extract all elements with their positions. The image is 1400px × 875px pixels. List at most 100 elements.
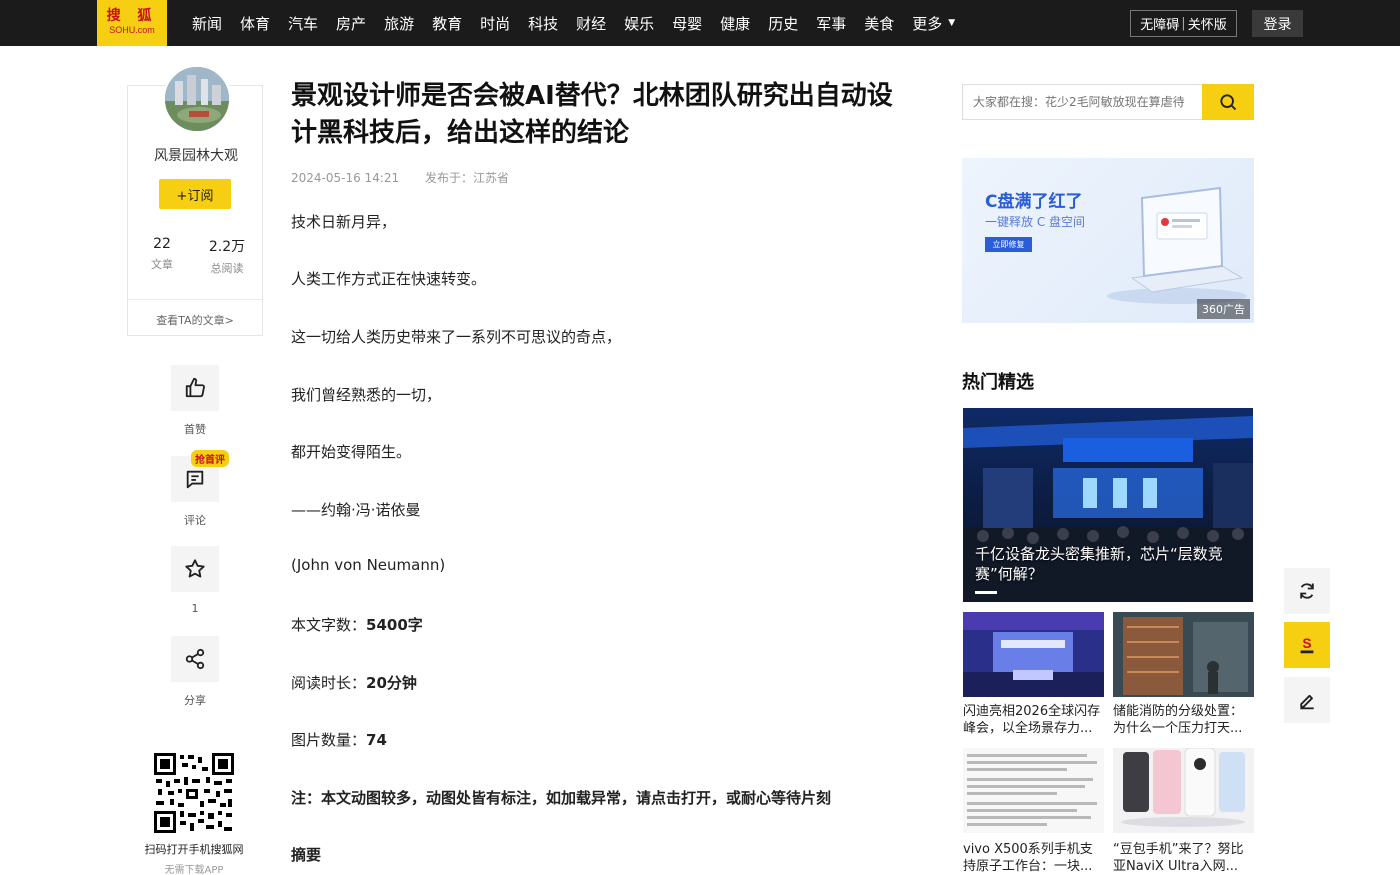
share-label: 分享 [184, 694, 206, 707]
view-author-articles-link[interactable]: 查看TA的文章> [128, 312, 262, 328]
read-time-value: 20分钟 [366, 674, 417, 692]
like-button[interactable] [171, 365, 219, 411]
refresh-icon [1300, 583, 1314, 599]
hot-item-caption[interactable]: 闪迪亮相2026全球闪存峰会，以全场景存力... [963, 703, 1105, 739]
nav-item-military[interactable]: 军事 [816, 13, 846, 34]
ad-subtitle: 一键释放 C 盘空间 [985, 215, 1086, 229]
write-tool[interactable] [1284, 677, 1330, 723]
document-screenshot [963, 748, 1104, 833]
article-paragraph: 人类工作方式正在快速转变。 [291, 270, 487, 288]
reads-count: 2.2万 [208, 239, 246, 255]
laptop-illustration [1107, 186, 1247, 304]
nav-item-finance[interactable]: 财经 [576, 13, 606, 34]
search-input[interactable] [963, 85, 1203, 119]
nav-item-entertainment[interactable]: 娱乐 [624, 13, 654, 34]
nav-item-sports[interactable]: 体育 [240, 13, 270, 34]
hot-picks-heading: 热门精选 [962, 372, 1034, 393]
login-button[interactable]: 登录 [1252, 10, 1303, 37]
comment-icon [186, 470, 204, 489]
hot-feature-caption: 千亿设备龙头密集推新，芯片“层数竞赛”何解？ [975, 545, 1223, 583]
subscribe-button[interactable]: +订阅 [159, 179, 231, 209]
star-icon [185, 559, 205, 578]
nav-item-history[interactable]: 历史 [768, 13, 798, 34]
articles-stat: 22 文章 [137, 236, 187, 272]
sohu-app-icon: S [1300, 636, 1314, 654]
sohu-app-tool[interactable]: S [1284, 622, 1330, 668]
reads-stat: 2.2万 总阅读 [202, 236, 252, 276]
image-count-value: 74 [366, 731, 387, 749]
ad-banner[interactable]: C盘满了红了 一键释放 C 盘空间 立即修复 360广告 [962, 158, 1254, 323]
nav-item-food[interactable]: 美食 [864, 13, 894, 34]
hot-feature-card[interactable]: 千亿设备龙头密集推新，芯片“层数竞赛”何解？ [963, 408, 1253, 602]
nav-item-news[interactable]: 新闻 [192, 13, 222, 34]
thumbs-up-icon [185, 377, 205, 398]
article-paragraph: 都开始变得陌生。 [291, 443, 412, 461]
nav-more-menu[interactable]: 更多 ▼ [912, 13, 955, 34]
comment-button[interactable]: 抢首评 [171, 450, 229, 502]
search-box [962, 84, 1254, 120]
share-button[interactable] [171, 636, 219, 682]
article-paragraph: 这一切给人类历史带来了一系列不可思议的奇点， [291, 328, 622, 346]
logo-text: 搜 狐 [106, 8, 158, 24]
hot-item-caption[interactable]: vivo X500系列手机支持原子工作台：一块... [963, 841, 1105, 875]
hot-item-thumb[interactable] [1113, 748, 1254, 833]
hot-item-caption[interactable]: “豆包手机”来了？努比亚NaviX Ultra入网... [1113, 841, 1255, 875]
search-icon [1220, 94, 1237, 111]
nav-item-health[interactable]: 健康 [720, 13, 750, 34]
hot-item-thumb[interactable] [1113, 612, 1254, 697]
edit-pencil-icon [1300, 694, 1314, 710]
carousel-indicator [975, 591, 997, 594]
word-count-line: 本文字数：5400字 [291, 614, 423, 635]
publish-location: 发布于：江苏省 [424, 171, 509, 185]
image-count-label: 图片数量： [291, 731, 367, 749]
accessibility-separator: | [1181, 16, 1186, 31]
svg-text:S: S [1302, 636, 1311, 651]
hot-item-thumb[interactable] [963, 612, 1104, 697]
avatar[interactable] [163, 65, 231, 133]
share-action: 分享 [171, 636, 219, 708]
first-comment-badge: 抢首评 [191, 450, 229, 467]
hot-item-caption[interactable]: 储能消防的分级处置：为什么一个压力打天... [1113, 703, 1255, 739]
care-mode-label: 关怀版 [1187, 18, 1227, 33]
read-time-line: 阅读时长：20分钟 [291, 672, 417, 693]
summit-stage-photo [963, 612, 1104, 697]
favorite-button[interactable] [171, 546, 219, 592]
word-count-value: 5400字 [366, 616, 423, 634]
ad-label: 360广告 [1197, 299, 1250, 319]
article-paragraph: 我们曾经熟悉的一切， [291, 386, 442, 404]
article-meta: 2024-05-16 14:21 发布于：江苏省 [291, 169, 531, 186]
summary-heading: 摘要 [291, 846, 322, 864]
article-paragraph: 技术日新月异， [291, 213, 397, 231]
nav-more-label: 更多 [912, 14, 943, 33]
logo-subtext: SOHU.com [109, 25, 155, 35]
ad-fix-button[interactable]: 立即修复 [985, 237, 1032, 252]
search-button[interactable] [1202, 84, 1254, 120]
phones-photo [1113, 748, 1254, 833]
nav-item-travel[interactable]: 旅游 [384, 13, 414, 34]
author-name[interactable]: 风景园林大观 [128, 145, 264, 165]
ad-title: C盘满了红了 [985, 192, 1083, 212]
nav-item-parenting[interactable]: 母婴 [672, 13, 702, 34]
top-nav-bar: 搜 狐 SOHU.com 新闻 体育 汽车 房产 旅游 教育 时尚 科技 财经 … [0, 0, 1400, 46]
nav-item-realestate[interactable]: 房产 [336, 13, 366, 34]
storage-cabinet-photo [1113, 612, 1254, 697]
article-quote-author: ——约翰·冯·诺依曼 [291, 501, 421, 519]
refresh-tool[interactable] [1284, 568, 1330, 614]
hot-item-thumb[interactable] [963, 748, 1104, 833]
sohu-logo[interactable]: 搜 狐 SOHU.com [97, 0, 167, 46]
nav-item-auto[interactable]: 汽车 [288, 13, 318, 34]
nav-item-fashion[interactable]: 时尚 [480, 13, 510, 34]
card-divider [128, 299, 262, 300]
comment-label: 评论 [184, 514, 206, 527]
qr-subcaption: 无需下载APP [164, 865, 224, 875]
accessibility-toggle[interactable]: 无障碍 | 关怀版 [1130, 10, 1237, 37]
like-label: 首赞 [184, 423, 206, 436]
nav-item-tech[interactable]: 科技 [528, 13, 558, 34]
author-card: 风景园林大观 +订阅 22 文章 2.2万 总阅读 查看TA的文章> [127, 65, 264, 336]
article-note: 注：本文动图较多，动图处皆有标注，如加载异常，请点击打开，或耐心等待片刻 [291, 789, 832, 807]
articles-count: 22 [153, 236, 171, 252]
read-time-label: 阅读时长： [291, 674, 367, 692]
qr-code [154, 753, 234, 833]
article-quote-author-en: (John von Neumann) [291, 556, 446, 574]
nav-item-education[interactable]: 教育 [432, 13, 462, 34]
